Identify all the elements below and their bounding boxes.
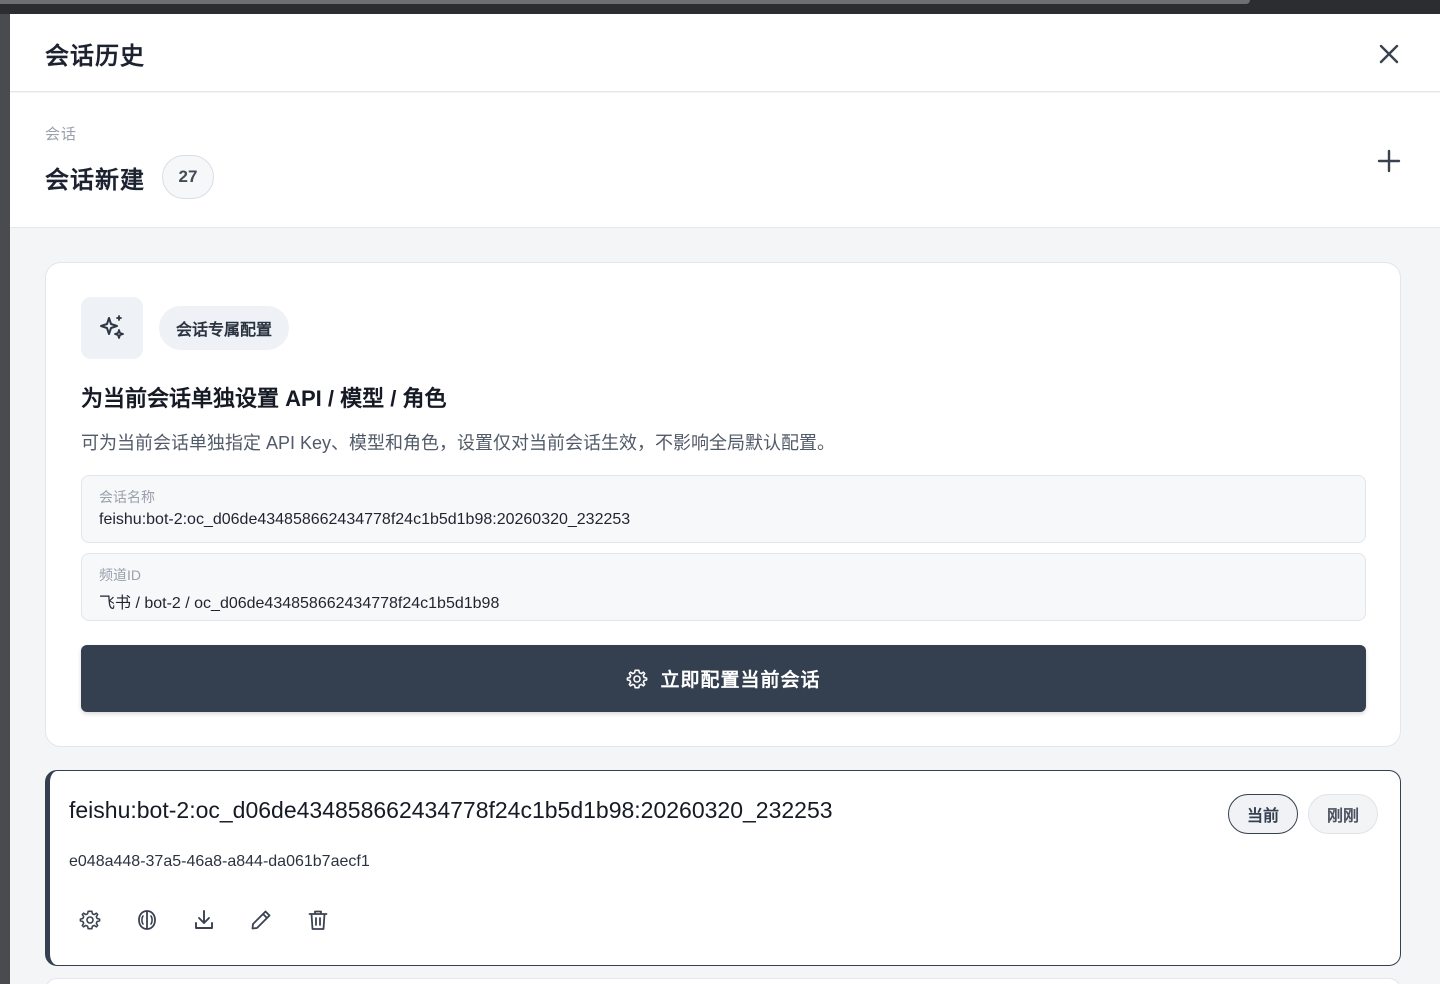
session-config-card: 会话专属配置 为当前会话单独设置 API / 模型 / 角色 可为当前会话单独指… <box>45 262 1401 747</box>
close-button[interactable] <box>1375 40 1403 68</box>
sparkles-icon <box>100 315 124 339</box>
configure-session-button[interactable]: 立即配置当前会话 <box>81 645 1366 712</box>
pencil-icon <box>251 910 271 930</box>
session-history-panel: 会话历史 会话 会话新建 27 会话专属配置 为当前会话单独设置 API / 模… <box>10 14 1440 984</box>
session-delete-button[interactable] <box>303 905 333 935</box>
config-icon-tile <box>81 297 143 359</box>
plus-icon <box>1377 149 1401 173</box>
config-tag: 会话专属配置 <box>159 306 290 350</box>
channel-id-label: 频道ID <box>99 567 141 583</box>
config-description: 可为当前会话单独指定 API Key、模型和角色，设置仅对当前会话生效，不影响全… <box>81 433 836 453</box>
close-icon <box>1379 44 1399 64</box>
config-heading: 为当前会话单独设置 API / 模型 / 角色 <box>81 386 447 411</box>
backdrop-scrollbar <box>0 0 1250 4</box>
current-badge: 当前 <box>1228 794 1298 834</box>
backdrop-left <box>0 14 10 984</box>
download-icon <box>195 910 213 929</box>
gear-icon <box>627 669 648 688</box>
channel-id-value: 飞书 / bot-2 / oc_d06de434858662434778f24c… <box>99 595 500 612</box>
section-label: 会话 <box>45 126 78 143</box>
session-download-button[interactable] <box>189 905 219 935</box>
configure-session-label: 立即配置当前会话 <box>660 670 821 691</box>
session-rename-button[interactable] <box>246 905 276 935</box>
trash-icon <box>308 910 328 930</box>
session-name-value: feishu:bot-2:oc_d06de434858662434778f24c… <box>99 511 631 528</box>
brain-icon <box>138 910 156 930</box>
session-item-next[interactable] <box>45 978 1401 984</box>
channel-id-field: 频道ID 飞书 / bot-2 / oc_d06de43485866243477… <box>81 553 1366 621</box>
time-badge: 刚刚 <box>1308 794 1378 834</box>
panel-title: 会话历史 <box>45 43 145 70</box>
session-count-badge: 27 <box>162 155 214 199</box>
session-settings-button[interactable] <box>75 905 105 935</box>
session-name-label: 会话名称 <box>99 489 155 505</box>
session-memory-button[interactable] <box>132 905 162 935</box>
session-item-current[interactable]: feishu:bot-2:oc_d06de434858662434778f24c… <box>45 770 1401 966</box>
new-session-button[interactable] <box>1375 147 1403 175</box>
session-actions <box>75 905 333 935</box>
session-item-id: e048a448-37a5-46a8-a844-da061b7aecf1 <box>69 853 370 870</box>
backdrop-top <box>0 0 1440 14</box>
session-section-header: 会话 会话新建 27 <box>10 93 1440 228</box>
session-item-name: feishu:bot-2:oc_d06de434858662434778f24c… <box>69 797 833 823</box>
panel-header: 会话历史 <box>10 14 1440 92</box>
session-name-field: 会话名称 feishu:bot-2:oc_d06de43485866243477… <box>81 475 1366 543</box>
section-title: 会话新建 <box>45 167 145 194</box>
gear-icon <box>79 910 101 930</box>
